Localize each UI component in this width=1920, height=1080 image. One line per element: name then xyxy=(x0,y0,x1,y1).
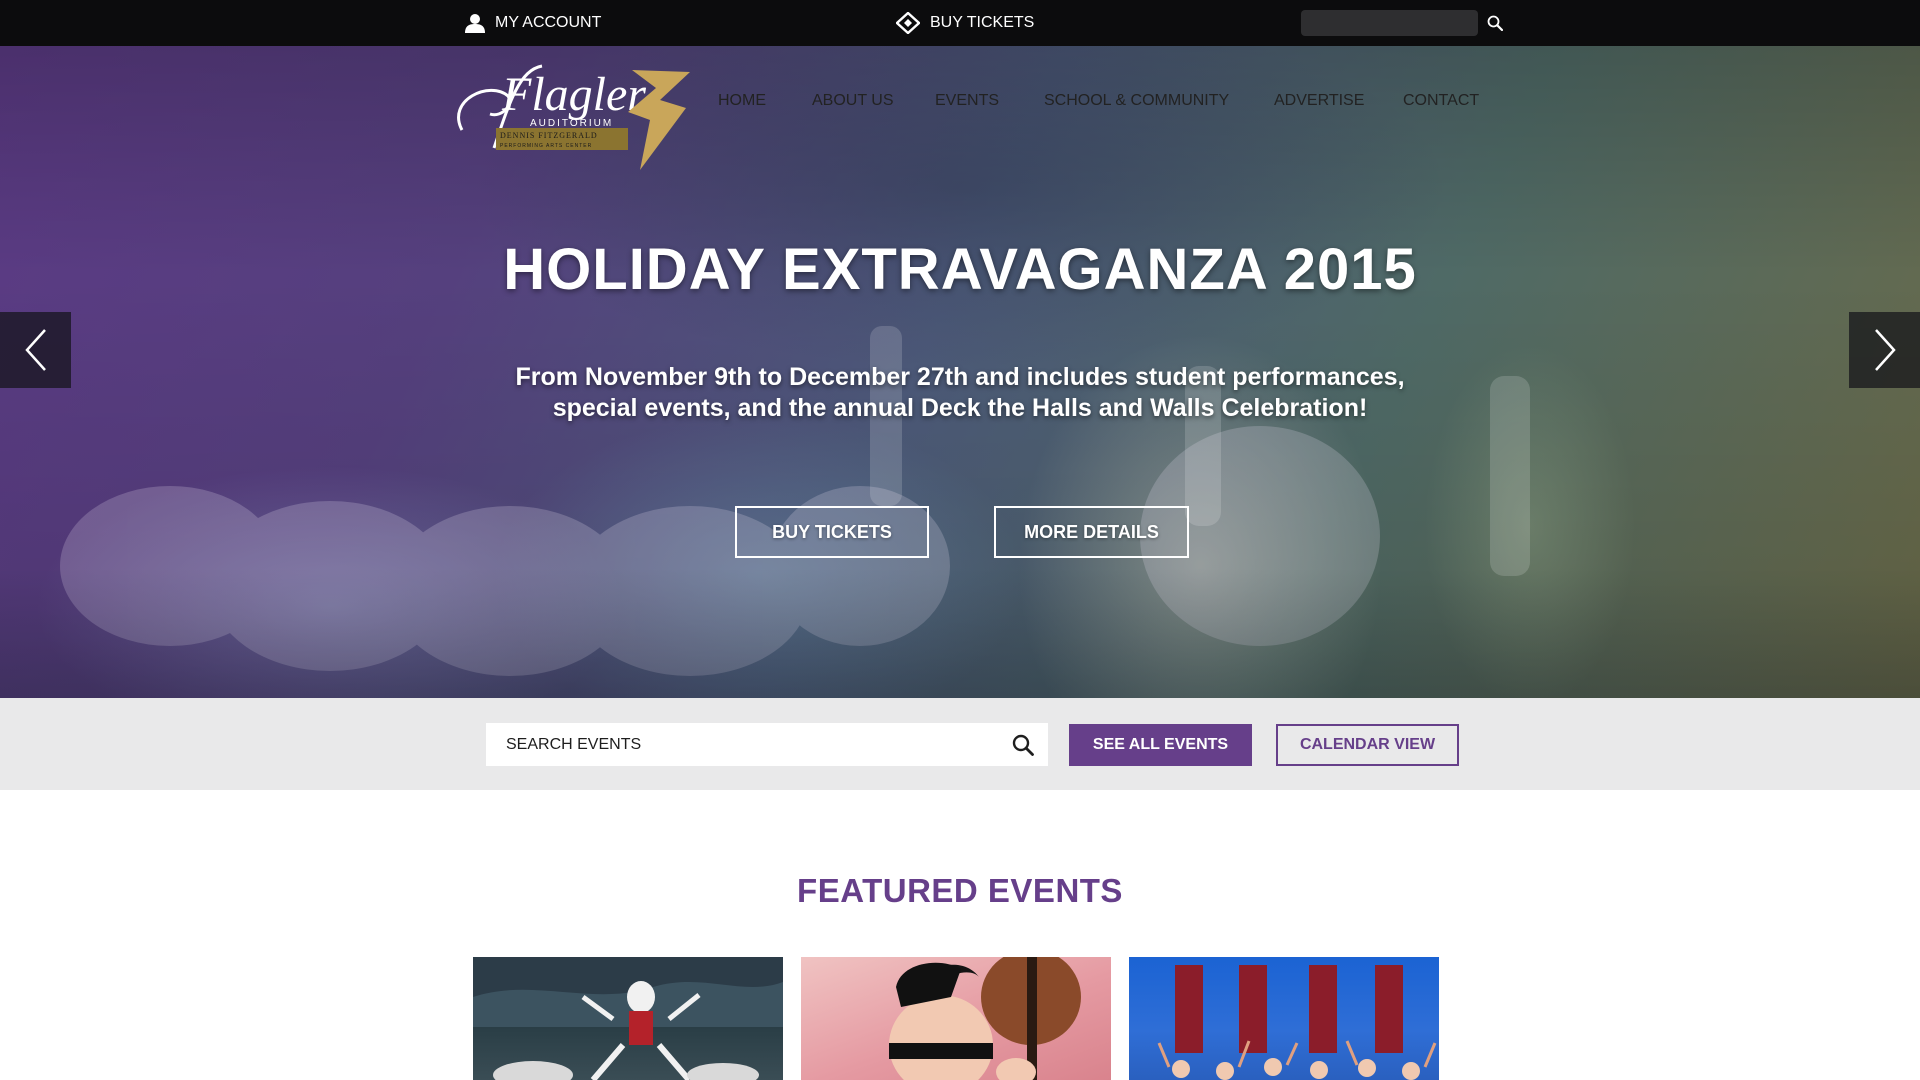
hero-title: HOLIDAY EXTRAVAGANZA 2015 xyxy=(503,237,1417,302)
logo-auditorium: AUDITORIUM xyxy=(530,118,613,129)
my-account-label: MY ACCOUNT xyxy=(495,14,602,31)
logo-pac: PERFORMING ARTS CENTER xyxy=(500,143,592,149)
event-image-dancer xyxy=(473,957,783,1080)
nav-events[interactable]: EVENTS xyxy=(935,92,999,110)
hero-stage-floor xyxy=(0,568,1920,698)
top-buy-tickets-link[interactable]: BUY TICKETS xyxy=(896,0,1034,46)
featured-event-card-3[interactable] xyxy=(1129,957,1439,1080)
site-search-button[interactable] xyxy=(1487,10,1503,36)
slider-prev-button[interactable] xyxy=(0,312,71,388)
hero-slider: Flagler AUDITORIUM DENNIS FITZGERALD PER… xyxy=(0,46,1920,698)
event-search-input[interactable] xyxy=(486,723,998,766)
nav-school-community[interactable]: SCHOOL & COMMUNITY xyxy=(1044,92,1229,110)
logo-script: Flagler xyxy=(501,68,646,121)
nav-contact[interactable]: CONTACT xyxy=(1403,92,1479,110)
hero-buy-tickets-button[interactable]: BUY TICKETS xyxy=(735,506,929,558)
flagler-logo[interactable]: Flagler AUDITORIUM DENNIS FITZGERALD PER… xyxy=(450,60,695,174)
see-all-events-button[interactable]: SEE ALL EVENTS xyxy=(1069,724,1252,766)
hero-subtitle-line1: From November 9th to December 27th and i… xyxy=(515,363,1405,391)
event-search-button[interactable] xyxy=(998,723,1048,766)
featured-event-card-1[interactable] xyxy=(473,957,783,1080)
chevron-left-icon xyxy=(24,329,46,371)
nav-about-us[interactable]: ABOUT US xyxy=(812,92,894,110)
search-icon xyxy=(1012,734,1034,756)
user-icon xyxy=(465,14,485,33)
search-icon xyxy=(1487,15,1503,31)
my-account-link[interactable]: MY ACCOUNT xyxy=(465,0,601,46)
site-search xyxy=(1301,10,1503,36)
chevron-right-icon xyxy=(1874,329,1896,371)
nav-advertise[interactable]: ADVERTISE xyxy=(1274,92,1364,110)
event-image-violinist xyxy=(889,957,1081,1080)
event-search xyxy=(486,723,1048,766)
ticket-icon xyxy=(896,12,920,34)
site-search-input[interactable] xyxy=(1301,10,1487,36)
slider-next-button[interactable] xyxy=(1849,312,1920,388)
top-utility-bar: MY ACCOUNT BUY TICKETS xyxy=(0,0,1920,46)
hero-subtitle-line2: special events, and the annual Deck the … xyxy=(552,394,1368,422)
top-buy-tickets-label: BUY TICKETS xyxy=(930,14,1035,31)
nav-home[interactable]: HOME xyxy=(718,92,766,110)
calendar-view-button[interactable]: CALENDAR VIEW xyxy=(1276,724,1459,766)
hero-subtitle: From November 9th to December 27th and i… xyxy=(460,362,1460,424)
event-image-drummers xyxy=(1157,965,1437,1080)
featured-event-card-2[interactable] xyxy=(801,957,1111,1080)
logo-dennis: DENNIS FITZGERALD xyxy=(500,131,598,140)
featured-events-heading: FEATURED EVENTS xyxy=(797,872,1123,909)
hero-more-details-button[interactable]: MORE DETAILS xyxy=(994,506,1189,558)
event-search-strip: SEE ALL EVENTS CALENDAR VIEW xyxy=(0,698,1920,790)
